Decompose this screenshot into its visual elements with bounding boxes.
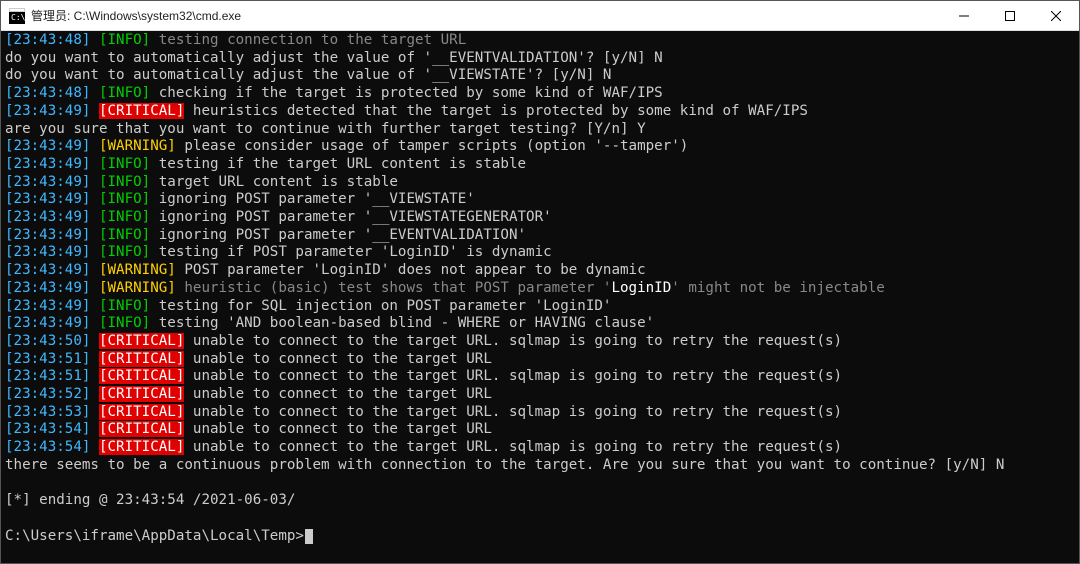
- terminal-line: [23:43:49] [INFO] ignoring POST paramete…: [5, 191, 1075, 209]
- minimize-button[interactable]: [941, 1, 987, 30]
- terminal-line: [23:43:48] [INFO] checking if the target…: [5, 85, 1075, 103]
- terminal-line: [23:43:48] [INFO] testing connection to …: [5, 32, 1075, 50]
- terminal-line: [23:43:54] [CRITICAL] unable to connect …: [5, 439, 1075, 457]
- terminal-line: [23:43:49] [INFO] ignoring POST paramete…: [5, 209, 1075, 227]
- terminal-line: do you want to automatically adjust the …: [5, 50, 1075, 68]
- terminal-line: [23:43:51] [CRITICAL] unable to connect …: [5, 368, 1075, 386]
- cursor: [305, 529, 313, 544]
- terminal-line: [23:43:49] [INFO] target URL content is …: [5, 174, 1075, 192]
- terminal-line: there seems to be a continuous problem w…: [5, 457, 1075, 475]
- terminal-line: [23:43:49] [WARNING] POST parameter 'Log…: [5, 262, 1075, 280]
- svg-text:C:\: C:\: [11, 13, 25, 22]
- terminal-line: [23:43:49] [WARNING] heuristic (basic) t…: [5, 280, 1075, 298]
- terminal-line: [23:43:52] [CRITICAL] unable to connect …: [5, 386, 1075, 404]
- terminal-line: [23:43:50] [CRITICAL] unable to connect …: [5, 333, 1075, 351]
- window-controls: [941, 1, 1079, 30]
- terminal-line: [23:43:49] [CRITICAL] heuristics detecte…: [5, 103, 1075, 121]
- terminal-line: [23:43:54] [CRITICAL] unable to connect …: [5, 421, 1075, 439]
- terminal-line: do you want to automatically adjust the …: [5, 67, 1075, 85]
- terminal-line: [*] ending @ 23:43:54 /2021-06-03/: [5, 492, 1075, 510]
- terminal-line: [5, 475, 1075, 493]
- terminal-line: are you sure that you want to continue w…: [5, 121, 1075, 139]
- terminal-line: [23:43:51] [CRITICAL] unable to connect …: [5, 351, 1075, 369]
- terminal-line: [23:43:49] [INFO] testing for SQL inject…: [5, 298, 1075, 316]
- terminal-line: [5, 510, 1075, 528]
- prompt-line[interactable]: C:\Users\iframe\AppData\Local\Temp>: [5, 528, 1075, 546]
- cmd-icon: C:\: [9, 8, 25, 24]
- titlebar[interactable]: C:\ 管理员: C:\Windows\system32\cmd.exe: [1, 1, 1079, 31]
- terminal-line: [23:43:49] [INFO] ignoring POST paramete…: [5, 227, 1075, 245]
- terminal-line: [23:43:53] [CRITICAL] unable to connect …: [5, 404, 1075, 422]
- cmd-window: C:\ 管理员: C:\Windows\system32\cmd.exe [23…: [0, 0, 1080, 564]
- window-title: 管理员: C:\Windows\system32\cmd.exe: [31, 7, 941, 24]
- terminal-line: [23:43:49] [INFO] testing 'AND boolean-b…: [5, 315, 1075, 333]
- terminal-line: [23:43:49] [INFO] testing if the target …: [5, 156, 1075, 174]
- terminal-line: [23:43:49] [INFO] testing if POST parame…: [5, 244, 1075, 262]
- terminal-line: [23:43:49] [WARNING] please consider usa…: [5, 138, 1075, 156]
- maximize-button[interactable]: [987, 1, 1033, 30]
- terminal-output[interactable]: [23:43:48] [INFO] testing connection to …: [1, 31, 1079, 563]
- prompt-text: C:\Users\iframe\AppData\Local\Temp>: [5, 528, 304, 544]
- close-button[interactable]: [1033, 1, 1079, 30]
